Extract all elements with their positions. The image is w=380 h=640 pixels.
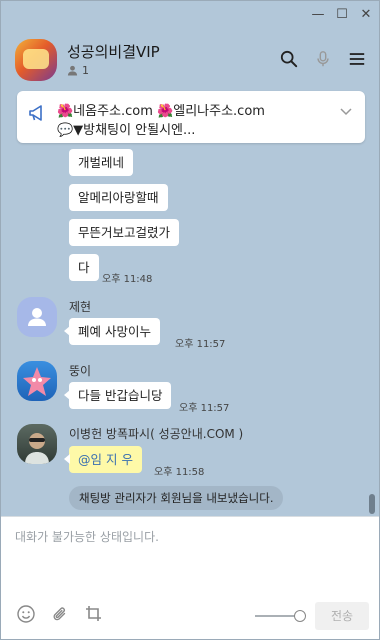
sender-name[interactable]: 제현 <box>69 298 91 315</box>
default-profile-icon <box>28 308 46 326</box>
close-button[interactable]: ✕ <box>359 7 373 22</box>
message-time: 오후 11:58 <box>154 467 205 478</box>
message-bubble[interactable]: 개벌레네 <box>69 149 134 176</box>
user-avatar[interactable] <box>17 361 57 401</box>
window-controls: — ☐ ✕ <box>311 7 373 22</box>
message-bubble[interactable]: 폐예 사망이누 <box>64 318 160 345</box>
attachment-icon[interactable] <box>49 603 71 625</box>
notice-line-2: 💬▼방채팅이 안될시엔... <box>57 123 196 138</box>
megaphone-icon <box>27 103 47 127</box>
menu-icon[interactable] <box>347 49 367 69</box>
mention-bubble[interactable]: @임 지 우 <box>64 446 142 473</box>
starfish-icon <box>23 367 51 396</box>
member-count-value: 1 <box>82 64 89 77</box>
message-bubble[interactable]: 알메리아랑할때 <box>69 184 168 211</box>
minimize-button[interactable]: — <box>311 7 325 22</box>
chat-header: 성공의비결VIP 1 <box>1 25 379 87</box>
input-toolbar <box>15 603 105 625</box>
notice-line-1: 🌺네옴주소.com 🌺엘리나주소.com <box>57 104 265 119</box>
room-title[interactable]: 성공의비결VIP <box>67 41 160 62</box>
message-bubble[interactable]: 다들 반갑습니당 <box>63 382 172 409</box>
crop-icon[interactable] <box>83 603 105 625</box>
message-bubble[interactable]: 무뜬거보고걸렸가 <box>69 219 180 246</box>
message-time: 오후 11:57 <box>179 403 230 414</box>
user-avatar[interactable] <box>17 297 57 337</box>
slider-knob[interactable] <box>294 610 306 622</box>
user-avatar[interactable] <box>17 424 57 464</box>
room-avatar[interactable] <box>15 39 57 81</box>
message-input[interactable]: 대화가 불가능한 상태입니다. <box>15 528 159 545</box>
user-photo-icon <box>25 433 49 464</box>
member-count[interactable]: 1 <box>67 64 89 77</box>
chevron-down-icon[interactable] <box>339 103 353 122</box>
input-area: 대화가 불가능한 상태입니다. 전송 <box>1 516 379 639</box>
notice-banner[interactable]: 🌺네옴주소.com 🌺엘리나주소.com 💬▼방채팅이 안될시엔... <box>17 91 365 143</box>
chat-window: — ☐ ✕ 성공의비결VIP 1 🌺네옴주소.com 🌺엘리나주소.com � <box>0 0 380 640</box>
message-bubble[interactable]: 다 <box>69 254 99 281</box>
opacity-slider[interactable] <box>255 610 306 622</box>
microphone-icon[interactable] <box>313 49 333 69</box>
search-icon[interactable] <box>279 49 299 69</box>
sender-name[interactable]: 이병헌 방폭파시( 성공안내.COM ) <box>69 425 243 442</box>
header-actions <box>279 49 367 69</box>
chat-scrollbar[interactable] <box>369 494 375 514</box>
system-message: 채팅방 관리자가 회원님을 내보냈습니다. <box>69 486 284 510</box>
send-button[interactable]: 전송 <box>315 602 369 630</box>
message-time: 오후 11:48 <box>102 274 153 285</box>
emoticon-icon[interactable] <box>15 603 37 625</box>
person-icon <box>67 65 78 76</box>
message-time: 오후 11:57 <box>175 339 226 350</box>
maximize-button[interactable]: ☐ <box>335 7 349 22</box>
sender-name[interactable]: 뚱이 <box>69 362 91 379</box>
